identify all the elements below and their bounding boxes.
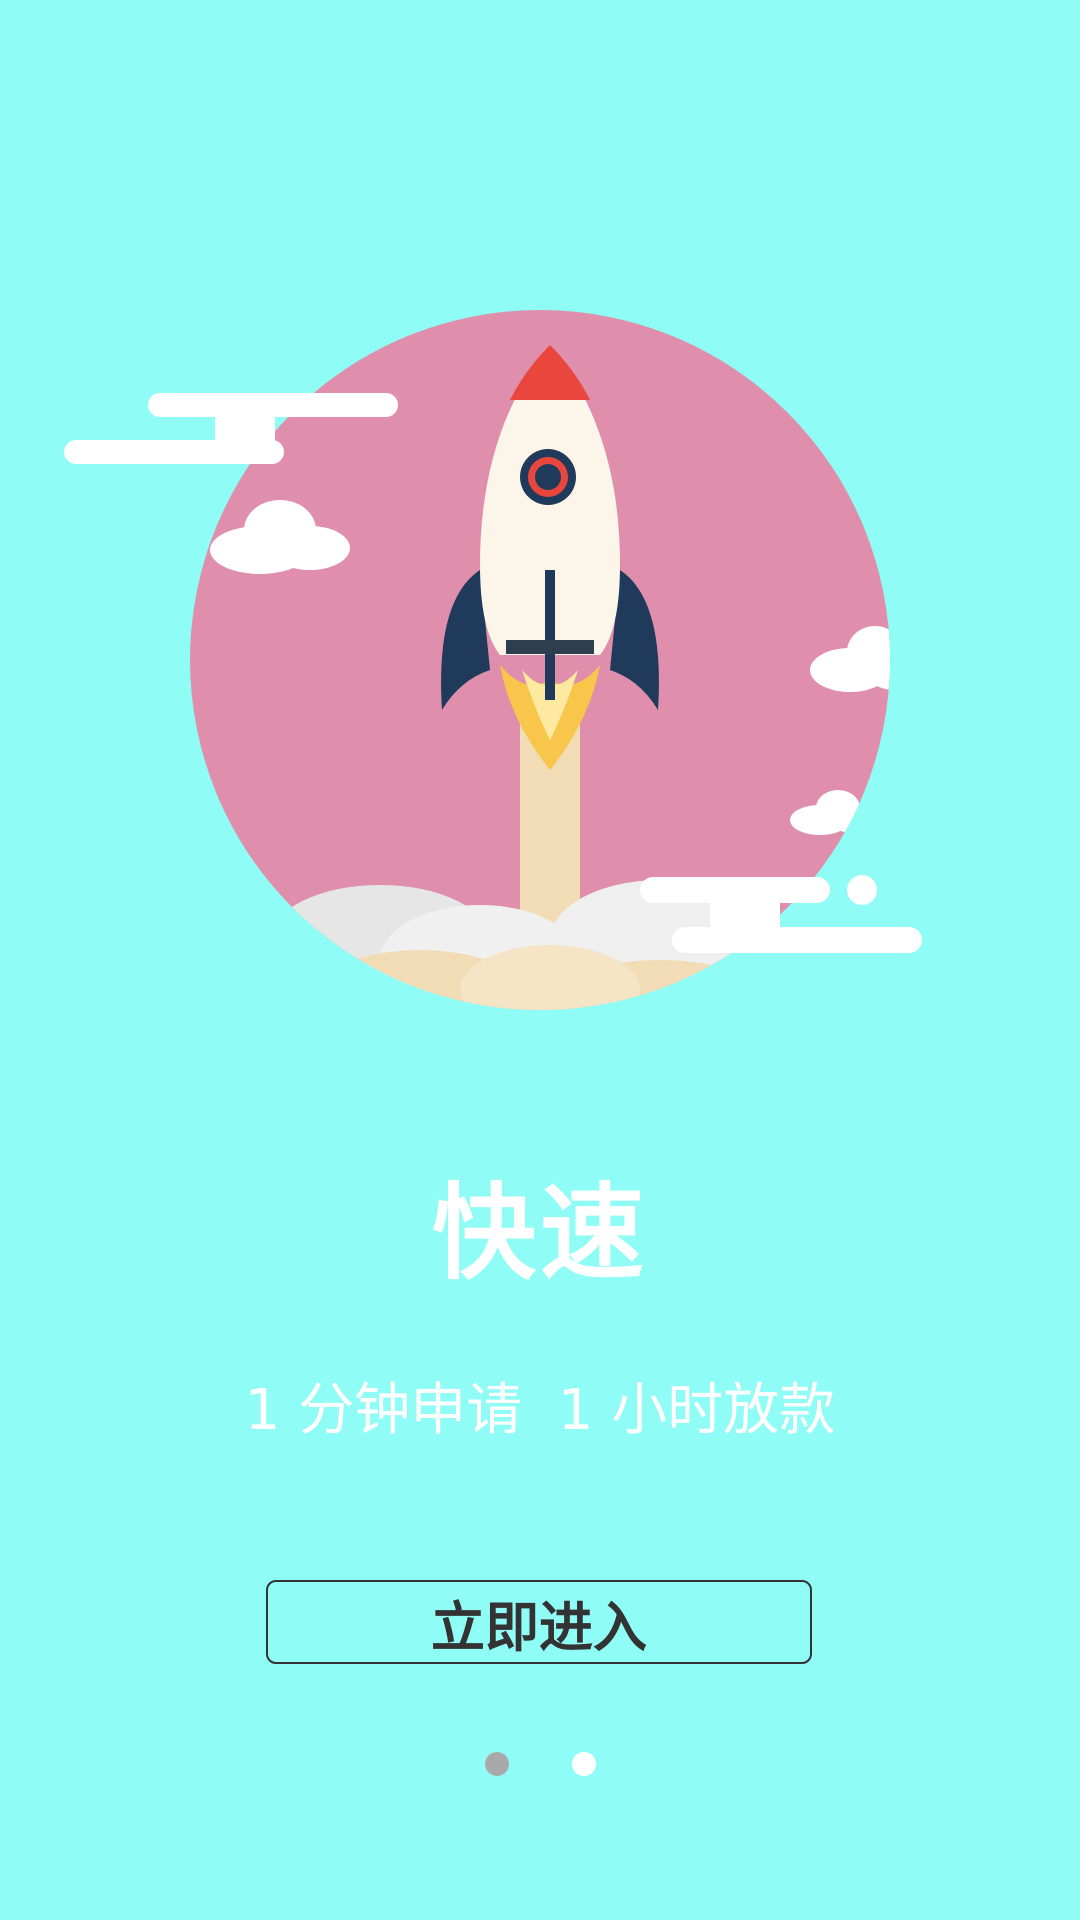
page-dot-2-active[interactable] (572, 1752, 596, 1776)
rocket-launch-illustration (64, 310, 922, 1010)
page-indicator (0, 1752, 1080, 1778)
page-dot-1[interactable] (485, 1752, 509, 1776)
enter-now-button[interactable]: 立即进入 (266, 1580, 812, 1664)
hero-illustration (60, 300, 940, 1020)
subtitle: 1 分钟申请 1 小时放款 (244, 1378, 836, 1443)
page-title: 快速 (431, 1172, 648, 1294)
